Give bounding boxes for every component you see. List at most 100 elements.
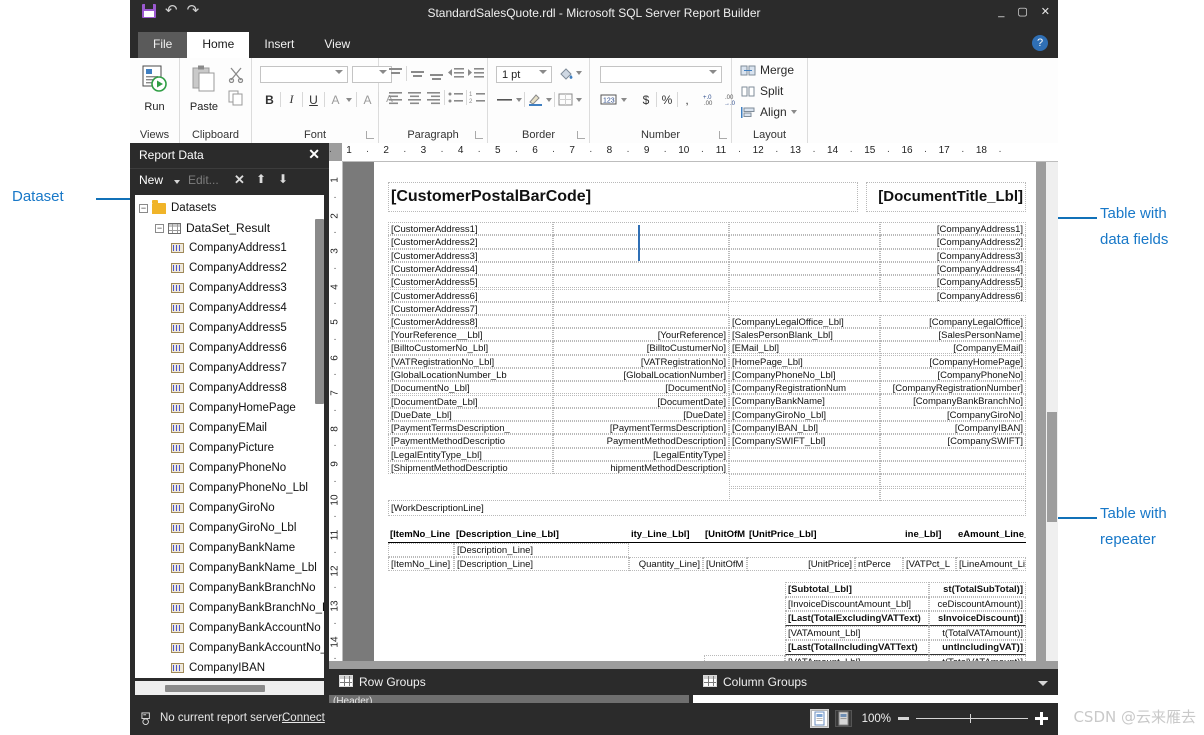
- scrollbar-thumb[interactable]: [1047, 412, 1057, 522]
- comma-button[interactable]: ,: [681, 90, 693, 109]
- table-data-cell[interactable]: Quantity_Line]: [629, 557, 703, 571]
- empty-cell[interactable]: [553, 289, 729, 302]
- report-canvas[interactable]: [CustomerPostalBarCode][DocumentTitle_Lb…: [343, 162, 1046, 661]
- maximize-button[interactable]: ▢: [1017, 6, 1027, 18]
- tree-item-companyaddress1[interactable]: CompanyAddress1: [135, 238, 324, 258]
- expander-icon[interactable]: −: [155, 224, 164, 233]
- paste-button[interactable]: Paste: [182, 64, 226, 113]
- empty-cell[interactable]: [880, 448, 1026, 461]
- table-data-cell[interactable]: [ItemNo_Line]: [388, 557, 454, 571]
- increase-indent-icon[interactable]: [467, 66, 485, 81]
- field-value[interactable]: [VATRegistrationNo]: [553, 355, 729, 368]
- total-label[interactable]: [Subtotal_Lbl]: [785, 582, 929, 597]
- tree-item-companyaddress7[interactable]: CompanyAddress7: [135, 358, 324, 378]
- delete-icon[interactable]: ✕: [234, 172, 245, 188]
- empty-cell[interactable]: [729, 289, 880, 302]
- company-field-value[interactable]: [CompanyRegistrationNumber]: [880, 381, 1026, 394]
- tree-item-companypicture[interactable]: CompanyPicture: [135, 438, 324, 458]
- company-address-field[interactable]: [CompanyAddress4]: [880, 262, 1026, 275]
- chevron-down-icon[interactable]: [346, 98, 352, 102]
- chevron-down-icon[interactable]: [621, 98, 627, 102]
- empty-cell[interactable]: [388, 626, 588, 641]
- font-family-select[interactable]: [260, 66, 348, 83]
- border-color-icon[interactable]: [527, 92, 544, 107]
- company-field-label[interactable]: [CompanyPhoneNo_Lbl]: [729, 368, 880, 381]
- company-field-value[interactable]: [CompanyBankBranchNo]: [880, 394, 1026, 407]
- field-value[interactable]: PaymentMethodDescription]: [553, 434, 729, 447]
- tree-item-companyaddress3[interactable]: CompanyAddress3: [135, 278, 324, 298]
- tree-item-datasets[interactable]: −Datasets: [135, 198, 324, 218]
- company-address-field[interactable]: [CompanyAddress3]: [880, 249, 1026, 262]
- empty-cell[interactable]: [388, 611, 588, 626]
- zoom-out-button[interactable]: [898, 717, 909, 720]
- company-field-value[interactable]: [CompanyIBAN]: [880, 421, 1026, 434]
- company-address-field[interactable]: [CompanyAddress6]: [880, 289, 1026, 302]
- company-field-label[interactable]: [CompanyBankName]: [729, 394, 880, 407]
- bold-button[interactable]: B: [260, 90, 279, 109]
- field-value[interactable]: [DueDate]: [553, 408, 729, 421]
- total-label[interactable]: [InvoiceDiscountAmount_Lbl]: [785, 597, 929, 612]
- field-value[interactable]: hipmentMethodDescription]: [553, 461, 729, 474]
- table-subrow-description[interactable]: [Description_Line]: [454, 543, 629, 557]
- totals-blank-left[interactable]: [704, 655, 785, 662]
- customer-address-field[interactable]: [CustomerAddress7]: [388, 302, 553, 315]
- tree-item-companybankaccountno_lbl[interactable]: CompanyBankAccountNo_Lbl: [135, 638, 324, 658]
- cut-button[interactable]: [228, 66, 245, 88]
- number-dialog-launcher-icon[interactable]: [719, 131, 727, 139]
- total-value[interactable]: st(TotalSubTotal)]: [929, 582, 1026, 597]
- align-left-icon[interactable]: [387, 90, 404, 105]
- company-field-value[interactable]: [CompanyHomePage]: [880, 355, 1026, 368]
- underline-button[interactable]: U: [304, 90, 323, 109]
- empty-cell[interactable]: [388, 655, 588, 662]
- empty-cell[interactable]: [729, 448, 880, 461]
- align-button[interactable]: Align: [740, 105, 797, 119]
- tab-view[interactable]: View: [309, 32, 365, 58]
- empty-cell[interactable]: [553, 275, 729, 288]
- field-value[interactable]: [DocumentNo]: [553, 381, 729, 394]
- company-field-label[interactable]: [CompanyGiroNo_Lbl]: [729, 408, 880, 421]
- chevron-down-icon[interactable]: [576, 98, 582, 102]
- empty-cell[interactable]: [553, 315, 729, 328]
- total-label[interactable]: [Last(TotalIncludingVATText): [785, 640, 929, 655]
- expander-icon[interactable]: −: [139, 204, 148, 213]
- field-value[interactable]: [GlobalLocationNumber]: [553, 368, 729, 381]
- empty-cell[interactable]: [729, 235, 880, 248]
- empty-cell[interactable]: [553, 262, 729, 275]
- connect-link[interactable]: Connect: [282, 712, 325, 724]
- tree-item-companyaddress2[interactable]: CompanyAddress2: [135, 258, 324, 278]
- total-value[interactable]: t(TotalVATAmount)]: [929, 655, 1026, 662]
- field-value[interactable]: [DocumentDate]: [553, 395, 729, 408]
- company-field-label[interactable]: [SalesPersonBlank_Lbl]: [729, 328, 880, 341]
- close-button[interactable]: ✕: [1041, 6, 1050, 18]
- report-data-tree[interactable]: −Datasets−DataSet_ResultCompanyAddress1C…: [135, 195, 324, 678]
- numbered-list-icon[interactable]: 12: [469, 90, 486, 105]
- table-header-cell[interactable]: [855, 528, 903, 543]
- field-label[interactable]: [LegalEntityType_Lbl]: [388, 448, 553, 461]
- customer-address-field[interactable]: [CustomerAddress1]: [388, 222, 553, 235]
- move-down-icon[interactable]: ⬇: [278, 172, 288, 186]
- chevron-down-icon[interactable]: [174, 180, 180, 184]
- total-value[interactable]: untIncludingVAT)]: [929, 640, 1026, 655]
- tree-item-companyaddress5[interactable]: CompanyAddress5: [135, 318, 324, 338]
- empty-cell[interactable]: [880, 474, 1026, 487]
- tree-item-companygirono[interactable]: CompanyGiroNo: [135, 498, 324, 518]
- tree-item-companyphoneno[interactable]: CompanyPhoneNo: [135, 458, 324, 478]
- total-label[interactable]: [VATAmount_Lbl]: [785, 655, 929, 662]
- merge-button[interactable]: Merge: [740, 63, 794, 77]
- tab-home[interactable]: Home: [187, 32, 249, 58]
- table-header-cell[interactable]: ity_Line_Lbl]: [629, 528, 703, 543]
- company-field-value[interactable]: [CompanyPhoneNo]: [880, 368, 1026, 381]
- total-value[interactable]: sInvoiceDiscount)]: [929, 611, 1026, 626]
- tree-vertical-scrollbar[interactable]: [315, 219, 324, 404]
- new-button[interactable]: New: [139, 173, 163, 187]
- chevron-down-icon[interactable]: [516, 98, 522, 102]
- table-header-cell[interactable]: eAmount_Line_Lbl]: [956, 528, 1026, 543]
- minimize-button[interactable]: _: [998, 6, 1004, 18]
- tree-item-companyaddress8[interactable]: CompanyAddress8: [135, 378, 324, 398]
- table-header-cell[interactable]: [UnitOfM: [703, 528, 747, 543]
- tree-item-companybankname_lbl[interactable]: CompanyBankName_Lbl: [135, 558, 324, 578]
- tree-item-companyiban[interactable]: CompanyIBAN: [135, 658, 324, 678]
- field-label[interactable]: [BilltoCustomerNo_Lbl]: [388, 341, 553, 354]
- table-data-cell[interactable]: [UnitPrice]: [747, 557, 855, 571]
- table-header-cell[interactable]: [Description_Line_Lbl]: [454, 528, 629, 543]
